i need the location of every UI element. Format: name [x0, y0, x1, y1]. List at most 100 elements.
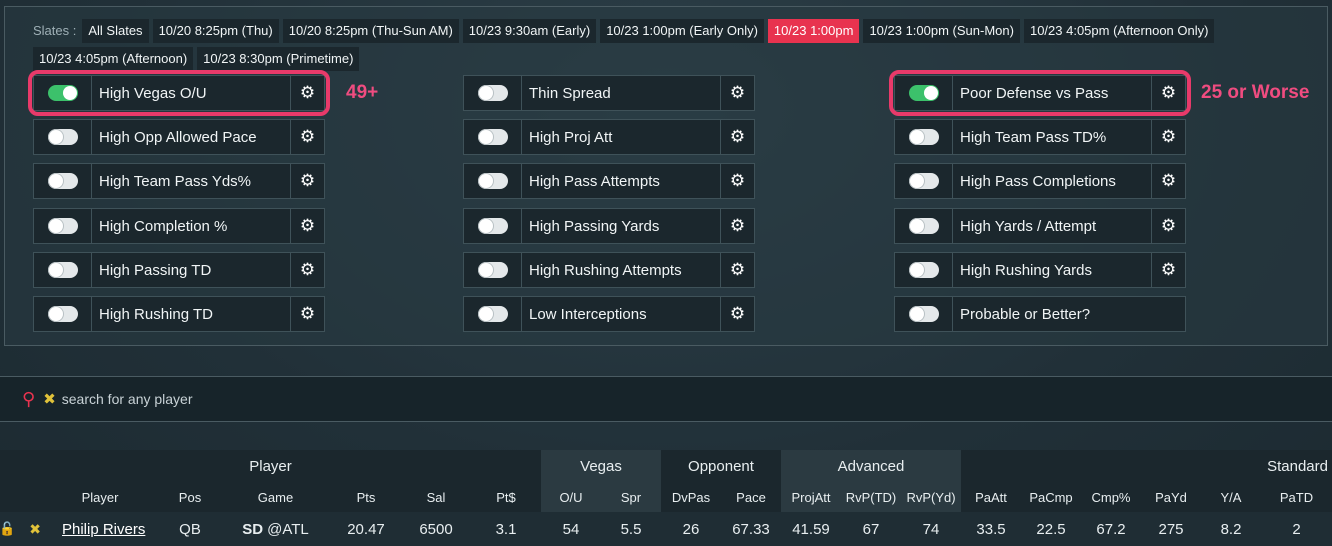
- col-spr[interactable]: Spr: [601, 482, 661, 512]
- clear-icon[interactable]: ✖: [43, 390, 56, 408]
- toggle-cell: [464, 297, 522, 331]
- group-standard: Standard: [961, 450, 1332, 482]
- filter-label: High Pass Attempts: [529, 172, 660, 190]
- filter-toggle-off[interactable]: [47, 262, 78, 278]
- col-pace[interactable]: Pace: [721, 482, 781, 512]
- cell-player: Philip Rivers: [40, 512, 160, 546]
- player-search-bar: ⚲ ✖: [0, 376, 1332, 422]
- gear-icon[interactable]: ⚙: [290, 209, 324, 243]
- gear-icon[interactable]: ⚙: [1151, 164, 1185, 198]
- filter-item: High Rushing Yards ⚙: [894, 252, 1186, 288]
- cell-pace: 67.33: [732, 520, 770, 538]
- filter-toggle-off[interactable]: [477, 218, 508, 234]
- col-pos[interactable]: Pos: [160, 482, 220, 512]
- gear-icon[interactable]: ⚙: [290, 120, 324, 154]
- filter-label: High Passing Yards: [529, 217, 660, 235]
- gear-icon[interactable]: ⚙: [720, 164, 754, 198]
- toggle-cell: [34, 164, 92, 198]
- slate-option[interactable]: 10/23 1:00pm (Early Only): [600, 19, 764, 43]
- table-row[interactable]: 🔓 ✖ Philip Rivers QB SD @ATL 20.47 6500 …: [0, 512, 1332, 546]
- filter-toggle-off[interactable]: [47, 218, 78, 234]
- filter-item: Thin Spread ⚙: [463, 75, 755, 111]
- slate-option[interactable]: 10/23 1:00pm (Sun-Mon): [863, 19, 1020, 43]
- filter-toggle-off[interactable]: [908, 129, 939, 145]
- filter-toggle-off[interactable]: [477, 306, 508, 322]
- player-search-input[interactable]: [61, 391, 562, 407]
- col-rvp-td[interactable]: RvP(TD): [841, 482, 901, 512]
- col-paatt[interactable]: PaAtt: [961, 482, 1021, 512]
- cell-ou: 54: [562, 520, 580, 538]
- col-spacer: [0, 482, 40, 512]
- col-patd[interactable]: PaTD: [1261, 482, 1332, 512]
- cell-rvp-yd: 74: [922, 520, 940, 538]
- annotation-highlight-vegas: [28, 70, 330, 116]
- filter-toggle-off[interactable]: [908, 306, 939, 322]
- filter-toggle-off[interactable]: [477, 129, 508, 145]
- toggle-cell: [895, 297, 953, 331]
- slate-option[interactable]: 10/23 4:05pm (Afternoon): [33, 47, 194, 71]
- slate-option[interactable]: 10/20 8:25pm (Thu-Sun AM): [282, 19, 459, 43]
- slate-option-active[interactable]: 10/23 1:00pm: [767, 19, 860, 43]
- toggle-cell: [34, 253, 92, 287]
- col-sal[interactable]: Sal: [401, 482, 471, 512]
- row-actions: 🔓 ✖: [0, 512, 41, 546]
- slate-option[interactable]: 10/23 9:30am (Early): [462, 19, 597, 43]
- col-game[interactable]: Game: [220, 482, 331, 512]
- gear-icon[interactable]: ⚙: [720, 120, 754, 154]
- slate-all[interactable]: All Slates: [82, 19, 149, 43]
- gear-icon[interactable]: ⚙: [720, 253, 754, 287]
- filter-label: High Passing TD: [99, 261, 212, 279]
- filter-toggle-off[interactable]: [908, 218, 939, 234]
- filter-toggle-off[interactable]: [908, 173, 939, 189]
- toggle-cell: [464, 253, 522, 287]
- gear-icon[interactable]: ⚙: [290, 164, 324, 198]
- filter-item: High Passing Yards ⚙: [463, 208, 755, 244]
- filter-toggle-off[interactable]: [477, 85, 508, 101]
- col-rvp-yd[interactable]: RvP(Yd): [901, 482, 961, 512]
- col-pt-dollar[interactable]: Pt$: [471, 482, 541, 512]
- col-projatt[interactable]: ProjAtt: [781, 482, 841, 512]
- filter-item: High Opp Allowed Pace ⚙: [33, 119, 325, 155]
- col-pts[interactable]: Pts: [331, 482, 401, 512]
- toggle-cell: [34, 297, 92, 331]
- filter-item: Low Interceptions ⚙: [463, 296, 755, 332]
- filter-toggle-off[interactable]: [908, 262, 939, 278]
- filter-label: High Rushing Yards: [960, 261, 1093, 279]
- filter-label: High Rushing TD: [99, 305, 213, 323]
- gear-icon[interactable]: ⚙: [290, 297, 324, 331]
- search-icon[interactable]: ⚲: [22, 389, 35, 410]
- annotation-highlight-defense: [889, 70, 1191, 116]
- col-dvpas[interactable]: DvPas: [661, 482, 721, 512]
- annotation-note-defense: 25 or Worse: [1201, 82, 1310, 103]
- slate-option[interactable]: 10/20 8:25pm (Thu): [152, 19, 279, 43]
- gear-icon[interactable]: ⚙: [720, 76, 754, 110]
- gear-icon[interactable]: ⚙: [1151, 209, 1185, 243]
- gear-icon[interactable]: ⚙: [720, 297, 754, 331]
- slate-option[interactable]: 10/23 4:05pm (Afternoon Only): [1023, 19, 1215, 43]
- col-player[interactable]: Player: [40, 482, 160, 512]
- col-ya[interactable]: Y/A: [1201, 482, 1261, 512]
- player-link[interactable]: Philip Rivers: [62, 521, 145, 538]
- gear-icon[interactable]: ⚙: [1151, 253, 1185, 287]
- filter-toggle-off[interactable]: [47, 306, 78, 322]
- filter-item: High Rushing TD ⚙: [33, 296, 325, 332]
- gear-icon[interactable]: ⚙: [290, 253, 324, 287]
- col-cmp-pct[interactable]: Cmp%: [1081, 482, 1141, 512]
- col-ou[interactable]: O/U: [541, 482, 601, 512]
- slate-option[interactable]: 10/23 8:30pm (Primetime): [197, 47, 360, 71]
- unlock-icon[interactable]: 🔓: [0, 521, 15, 537]
- filter-label: High Pass Completions: [960, 172, 1116, 190]
- gear-icon[interactable]: ⚙: [1151, 120, 1185, 154]
- gear-icon[interactable]: ⚙: [720, 209, 754, 243]
- filter-item: High Rushing Attempts ⚙: [463, 252, 755, 288]
- cell-rvp-td: 67: [862, 520, 880, 538]
- cell-opp: @ATL: [267, 520, 309, 538]
- slate-selector: Slates : All Slates 10/20 8:25pm (Thu) 1…: [33, 19, 1303, 71]
- col-payd[interactable]: PaYd: [1141, 482, 1201, 512]
- filter-toggle-off[interactable]: [477, 173, 508, 189]
- filter-toggle-off[interactable]: [47, 173, 78, 189]
- filter-toggle-off[interactable]: [47, 129, 78, 145]
- filter-toggle-off[interactable]: [477, 262, 508, 278]
- filter-label: High Opp Allowed Pace: [99, 128, 257, 146]
- col-pacmp[interactable]: PaCmp: [1021, 482, 1081, 512]
